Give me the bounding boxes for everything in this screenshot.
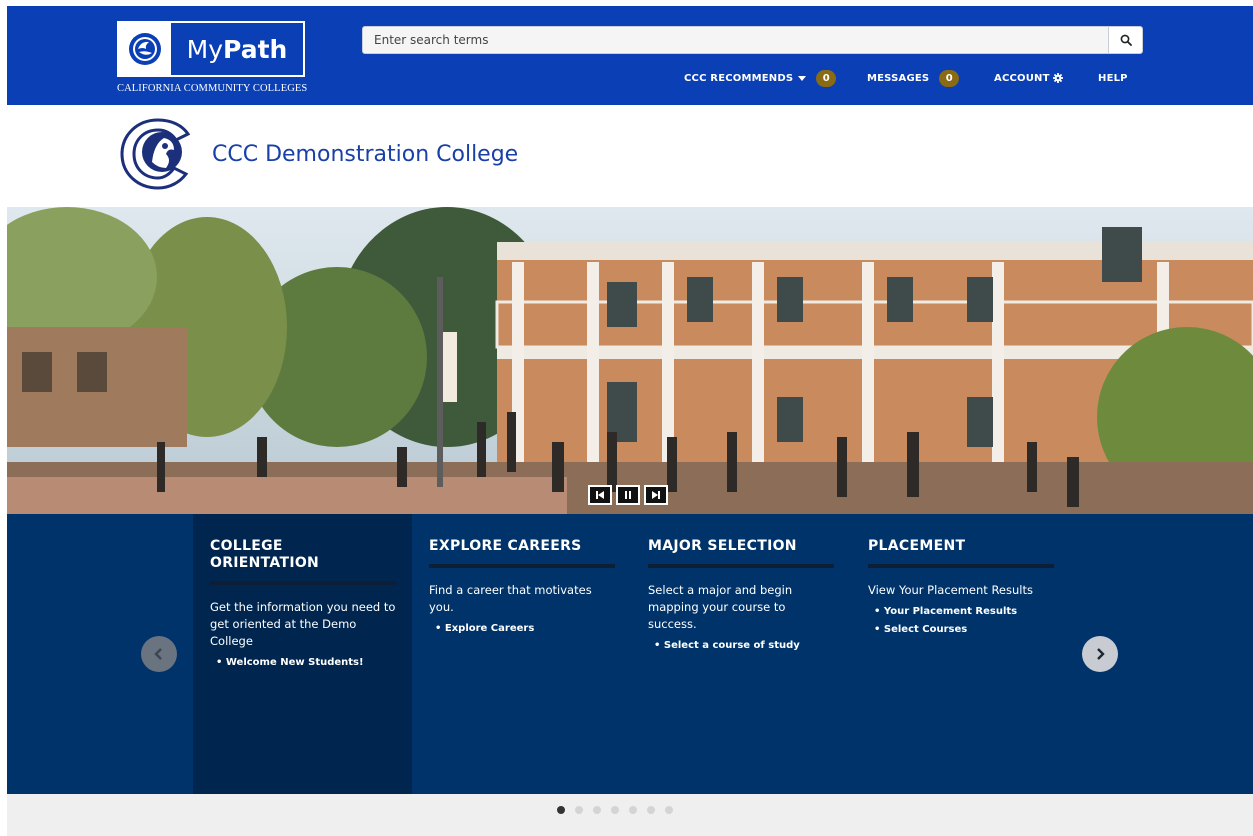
card-description: Select a major and begin mapping your co… xyxy=(648,583,793,631)
card-description: Get the information you need to get orie… xyxy=(210,600,396,648)
pause-icon xyxy=(625,491,631,499)
card-divider xyxy=(868,564,1054,568)
logo-my: My xyxy=(186,34,224,64)
card-description: Find a career that motivates you. xyxy=(429,583,592,614)
card-college-orientation: COLLEGE ORIENTATION Get the information … xyxy=(210,538,396,672)
carousel-pagination xyxy=(7,794,1253,836)
mypath-wordmark: My Path xyxy=(171,23,303,75)
previous-slide-button[interactable] xyxy=(588,485,612,505)
card-divider xyxy=(429,564,615,568)
nav-messages-label: MESSAGES xyxy=(867,72,930,84)
nav-help-label: HELP xyxy=(1098,72,1128,84)
pagination-dot[interactable] xyxy=(629,806,637,814)
carousel-next-button[interactable] xyxy=(1082,636,1118,672)
college-name[interactable]: CCC Demonstration College xyxy=(212,142,518,167)
card-major-selection: MAJOR SELECTION Select a major and begin… xyxy=(648,538,834,655)
nav-ccc-recommends[interactable]: CCC RECOMMENDS 0 xyxy=(684,68,837,88)
card-explore-careers: EXPLORE CAREERS Find a career that motiv… xyxy=(429,538,615,638)
card-title[interactable]: PLACEMENT xyxy=(868,538,1054,555)
chevron-left-icon xyxy=(154,648,162,660)
campus-photo xyxy=(7,207,1253,514)
ccc-seal-icon xyxy=(119,23,171,75)
chevron-right-icon xyxy=(1097,648,1105,660)
pagination-dot[interactable] xyxy=(593,806,601,814)
messages-count-badge: 0 xyxy=(939,69,960,87)
pagination-dot[interactable] xyxy=(575,806,583,814)
pagination-dots xyxy=(557,806,673,814)
card-links: Your Placement Results Select Courses xyxy=(868,603,1054,639)
card-link[interactable]: Select a course of study xyxy=(648,637,834,655)
caret-down-icon xyxy=(798,75,807,81)
card-links: Welcome New Students! xyxy=(210,654,396,672)
card-links: Select a course of study xyxy=(648,637,834,655)
card-link[interactable]: Welcome New Students! xyxy=(210,654,396,672)
gear-icon xyxy=(1052,73,1063,83)
card-title[interactable]: MAJOR SELECTION xyxy=(648,538,834,555)
carousel-prev-button[interactable] xyxy=(141,636,177,672)
search-icon xyxy=(1120,34,1132,46)
mypath-logo[interactable]: My Path xyxy=(117,21,305,77)
feature-carousel: COLLEGE ORIENTATION Get the information … xyxy=(7,514,1253,794)
hero-controls xyxy=(588,485,668,505)
card-description: View Your Placement Results xyxy=(868,583,1033,597)
search-input[interactable] xyxy=(363,27,1108,53)
card-divider xyxy=(210,581,396,585)
page: MyPath CALIFORNIA COMMUNITY COLLEGES CCC… xyxy=(0,0,1253,836)
card-placement: PLACEMENT View Your Placement Results Yo… xyxy=(868,538,1054,639)
recommends-count-badge: 0 xyxy=(816,69,837,87)
hero-image xyxy=(7,207,1253,514)
pagination-dot[interactable] xyxy=(665,806,673,814)
card-links: Explore Careers xyxy=(429,620,615,638)
pause-button[interactable] xyxy=(616,485,640,505)
nav-account[interactable]: ACCOUNT xyxy=(994,68,1063,88)
top-header: MyPath CALIFORNIA COMMUNITY COLLEGES CCC… xyxy=(7,6,1253,105)
pagination-dot[interactable] xyxy=(557,806,565,814)
skip-back-icon xyxy=(596,491,604,499)
card-link[interactable]: Select Courses xyxy=(868,621,1054,639)
nav-ccc-recommends-label: CCC RECOMMENDS xyxy=(684,72,794,84)
nav-account-label: ACCOUNT xyxy=(994,72,1050,84)
logo-path: Path xyxy=(223,34,288,64)
card-title[interactable]: COLLEGE ORIENTATION xyxy=(210,538,396,572)
card-link[interactable]: Your Placement Results xyxy=(868,603,1054,621)
nav-messages[interactable]: MESSAGES 0 xyxy=(867,68,960,88)
nav-help[interactable]: HELP xyxy=(1098,68,1128,88)
search-bar xyxy=(362,26,1143,54)
next-slide-button[interactable] xyxy=(644,485,668,505)
card-link[interactable]: Explore Careers xyxy=(429,620,615,638)
search-button[interactable] xyxy=(1108,27,1142,53)
pagination-dot[interactable] xyxy=(647,806,655,814)
logo-subtitle: CALIFORNIA COMMUNITY COLLEGES xyxy=(117,83,308,94)
card-divider xyxy=(648,564,834,568)
pagination-dot[interactable] xyxy=(611,806,619,814)
college-logo[interactable] xyxy=(118,116,204,196)
card-title[interactable]: EXPLORE CAREERS xyxy=(429,538,615,555)
skip-forward-icon xyxy=(652,491,660,499)
